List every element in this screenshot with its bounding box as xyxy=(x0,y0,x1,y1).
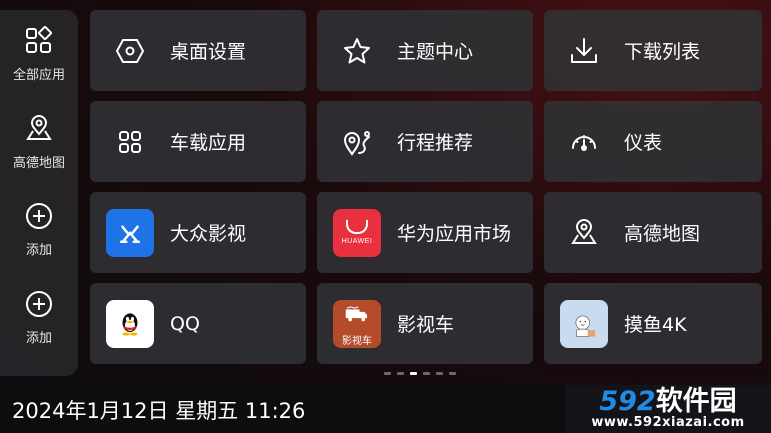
tile-label: 华为应用市场 xyxy=(397,223,512,245)
yingshiche-app-icon: 影视车 xyxy=(333,299,381,348)
page-dot[interactable] xyxy=(384,372,391,375)
tile-label: 影视车 xyxy=(397,314,455,336)
tile-desktop-settings[interactable]: 桌面设置 xyxy=(90,10,306,91)
watermark-url: www.592xiazai.com xyxy=(591,414,745,430)
download-icon xyxy=(571,37,597,63)
page-indicator xyxy=(384,372,456,375)
tile-car-apps[interactable]: 车载应用 xyxy=(90,101,306,182)
app-grid-icon xyxy=(119,130,141,153)
tile-download-list[interactable]: 下载列表 xyxy=(544,10,762,91)
tile-yingshiche[interactable]: 影视车 影视车 xyxy=(317,283,533,364)
add-circle-icon xyxy=(26,290,52,317)
side-dock: 全部应用 高德地图 添加 添加 xyxy=(0,10,78,376)
qq-penguin-icon xyxy=(106,299,154,348)
hexagon-settings-icon xyxy=(115,38,145,63)
dock-item-all-apps[interactable]: 全部应用 xyxy=(0,26,78,114)
gauge-icon xyxy=(572,134,596,151)
page-dot[interactable] xyxy=(397,372,404,375)
shortcut-grid: 桌面设置 主题中心 下载列表 车载应用 行程推荐 仪表 大众影视 HUAWEI … xyxy=(90,10,762,364)
dazhong-app-icon xyxy=(106,208,154,257)
tile-dazhong-video[interactable]: 大众影视 xyxy=(90,192,306,273)
tile-trip-recommend[interactable]: 行程推荐 xyxy=(317,101,533,182)
dock-item-label: 全部应用 xyxy=(12,68,65,83)
page-dot[interactable] xyxy=(449,372,456,375)
tile-label: 主题中心 xyxy=(397,41,474,63)
map-pin-icon xyxy=(26,114,52,140)
map-pin-icon xyxy=(571,218,597,244)
tile-label: 车载应用 xyxy=(170,132,247,154)
tile-label: 下载列表 xyxy=(624,41,701,63)
tile-huawei-appgallery[interactable]: HUAWEI 华为应用市场 xyxy=(317,192,533,273)
datetime-display: 2024年1月12日 星期五 11:26 xyxy=(12,399,306,423)
tile-theme-center[interactable]: 主题中心 xyxy=(317,10,533,91)
star-icon xyxy=(344,37,370,63)
moyu-app-icon xyxy=(560,299,608,348)
page-dot[interactable] xyxy=(423,372,430,375)
tile-label: 摸鱼4K xyxy=(624,314,687,336)
tile-amap[interactable]: 高德地图 xyxy=(544,192,762,273)
huawei-appgallery-icon: HUAWEI xyxy=(333,208,381,257)
tile-label: 桌面设置 xyxy=(170,41,247,63)
watermark-logo: 592软件园 www.592xiazai.com xyxy=(565,385,771,433)
page-dot[interactable] xyxy=(436,372,443,375)
watermark-brand: 592软件园 xyxy=(599,385,737,417)
dock-item-add[interactable]: 添加 xyxy=(0,289,78,377)
all-apps-icon xyxy=(26,26,52,53)
route-icon xyxy=(343,130,370,156)
dock-item-label: 高德地图 xyxy=(12,155,65,171)
tile-moyu-4k[interactable]: 摸鱼4K xyxy=(544,283,762,364)
tile-qq[interactable]: QQ xyxy=(90,283,306,364)
status-bar: 2024年1月12日 星期五 11:26 592软件园 www.592xiaza… xyxy=(0,385,771,433)
tile-dashboard[interactable]: 仪表 xyxy=(544,101,762,182)
tile-label: 行程推荐 xyxy=(397,132,474,154)
page-dot-active[interactable] xyxy=(410,372,417,375)
add-circle-icon xyxy=(26,203,52,229)
tile-label: 仪表 xyxy=(624,132,663,154)
tile-label: QQ xyxy=(170,312,200,335)
tile-label: 大众影视 xyxy=(170,223,247,245)
dock-item-amap[interactable]: 高德地图 xyxy=(0,114,78,202)
dock-item-label: 添加 xyxy=(25,330,52,346)
tile-label: 高德地图 xyxy=(624,223,701,245)
dock-item-label: 添加 xyxy=(25,243,52,258)
dock-item-add[interactable]: 添加 xyxy=(0,201,78,289)
